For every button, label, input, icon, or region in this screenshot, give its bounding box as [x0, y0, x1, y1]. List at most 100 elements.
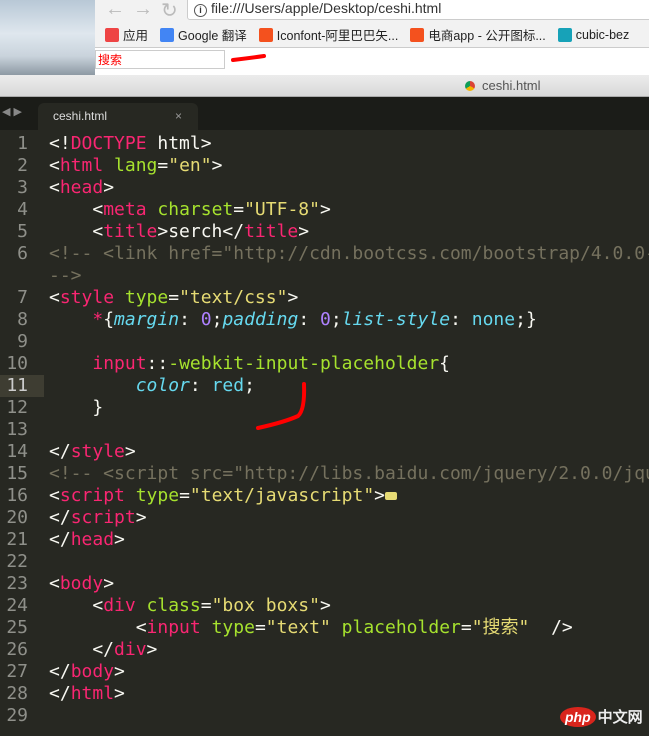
- code-line: 8 *{margin: 0;padding: 0;list-style: non…: [0, 309, 649, 331]
- bookmark-item[interactable]: Iconfont-阿里巴巴矢...: [258, 25, 398, 44]
- token-txt: >: [298, 221, 310, 242]
- line-number: 11: [0, 375, 44, 397]
- code-line: 2 <html lang="en">: [0, 155, 649, 177]
- page-content: [95, 48, 649, 75]
- bookmark-item[interactable]: 应用: [105, 25, 148, 44]
- token-txt: >: [114, 529, 125, 550]
- token-cmt: <!-- <script src="http://libs.baidu.com/…: [49, 463, 649, 484]
- code-line: 24 <div class="box boxs">: [0, 595, 649, 617]
- window-title: ceshi.html: [482, 78, 541, 93]
- close-tab-icon[interactable]: ×: [175, 109, 182, 123]
- code-line: 7 <style type="text/css">: [0, 287, 649, 309]
- code-text: input::-webkit-input-placeholder{: [49, 353, 450, 375]
- url-text: file:///Users/apple/Desktop/ceshi.html: [211, 0, 442, 16]
- bookmark-item[interactable]: 电商app - 公开图标...: [410, 25, 546, 44]
- code-line: 3 <head>: [0, 177, 649, 199]
- window-title-bar: ceshi.html: [0, 75, 649, 97]
- code-text: <style type="text/css">: [49, 287, 298, 309]
- token-txt: <: [49, 287, 60, 308]
- token-str: "en": [168, 155, 212, 176]
- token-cmt: <!-- <link href="http://cdn.bootcss.com/…: [49, 243, 649, 264]
- token-txt: />: [529, 617, 573, 638]
- code-text: <script type="text/javascript">: [49, 485, 397, 507]
- line-number: 23: [6, 573, 28, 594]
- token-tag: title: [103, 221, 158, 242]
- token-prop: list-style: [341, 309, 451, 330]
- token-txt: =: [254, 617, 266, 638]
- code-line: 26 </div>: [0, 639, 649, 661]
- token-tag: div: [114, 639, 147, 660]
- token-txt: ::: [146, 353, 169, 374]
- chrome-icon: [465, 81, 475, 91]
- token-str: "box boxs": [211, 595, 320, 616]
- line-number: 20: [6, 507, 28, 528]
- tab-nav-arrows-icon[interactable]: ◀ ▶: [2, 105, 22, 118]
- bookmark-item[interactable]: Google 翻译: [160, 25, 247, 44]
- token-txt: <!: [49, 133, 71, 154]
- token-tag: body: [70, 661, 115, 682]
- line-number: 26: [6, 639, 28, 660]
- code-text: <div class="box boxs">: [49, 595, 331, 617]
- token-txt: <: [49, 177, 60, 198]
- token-prop: color: [135, 375, 190, 396]
- tab-label: ceshi.html: [53, 109, 108, 123]
- code-line: 23 <body>: [0, 573, 649, 595]
- token-txt: >: [114, 683, 125, 704]
- bookmark-item[interactable]: cubic-bez: [557, 25, 629, 44]
- token-prop: margin: [114, 309, 180, 330]
- token-txt: >: [319, 595, 331, 616]
- address-bar[interactable]: i file:///Users/apple/Desktop/ceshi.html: [187, 0, 649, 20]
- line-number: 5: [17, 221, 28, 242]
- line-number: 7: [17, 287, 28, 308]
- browser-toolbar: ← → ↻ i file:///Users/apple/Desktop/ceshi…: [95, 0, 649, 48]
- iconfont-icon: [410, 27, 425, 42]
- token-txt: ;: [244, 375, 255, 396]
- google-translate-icon: [160, 27, 175, 42]
- token-prop: padding: [222, 309, 299, 330]
- code-text: <!-- <link href="http://cdn.bootcss.com/…: [49, 243, 649, 265]
- code-line: -->: [0, 265, 649, 287]
- token-txt: <: [49, 595, 104, 616]
- token-tag: DOCTYPE: [70, 133, 147, 154]
- token-str: "text/css": [179, 287, 288, 308]
- token-txt: =: [200, 595, 212, 616]
- tab-ceshi-html[interactable]: ceshi.html ×: [38, 103, 198, 130]
- line-number: 14: [6, 441, 28, 462]
- forward-icon[interactable]: →: [133, 0, 153, 21]
- info-icon: i: [194, 4, 207, 17]
- line-number: 25: [6, 617, 28, 638]
- search-input[interactable]: [95, 50, 225, 69]
- token-tag: script: [59, 485, 125, 506]
- token-txt: >serch</: [157, 221, 245, 242]
- code-line: 12 }: [0, 397, 649, 419]
- token-txt: >: [103, 177, 115, 198]
- line-number: 24: [6, 595, 28, 616]
- code-line: 5 <title>serch</title>: [0, 221, 649, 243]
- reload-icon[interactable]: ↻: [161, 0, 178, 23]
- code-text: <meta charset="UTF-8">: [49, 199, 330, 221]
- token-txt: ;: [330, 309, 342, 330]
- line-number: 4: [17, 199, 28, 220]
- token-txt: :: [179, 309, 201, 330]
- line-number: 28: [6, 683, 28, 704]
- token-txt: <: [49, 199, 104, 220]
- folded-code-icon[interactable]: [385, 492, 397, 500]
- line-number: 9: [17, 331, 28, 352]
- code-line: 20 </script>: [0, 507, 649, 529]
- token-txt: =: [179, 485, 190, 506]
- token-attr: placeholder: [341, 617, 461, 638]
- token-tag: head: [59, 177, 104, 198]
- token-txt: {: [439, 353, 451, 374]
- token-tag: *: [92, 309, 104, 330]
- back-icon[interactable]: ←: [105, 0, 125, 21]
- token-txt: :: [450, 309, 472, 330]
- token-txt: html>: [146, 133, 212, 154]
- token-tag: body: [59, 573, 104, 594]
- line-number: 22: [6, 551, 28, 572]
- code-editor[interactable]: 1 <!DOCTYPE html> 2 <html lang="en"> 3 <head>…: [0, 133, 649, 727]
- token-txt: >: [287, 287, 299, 308]
